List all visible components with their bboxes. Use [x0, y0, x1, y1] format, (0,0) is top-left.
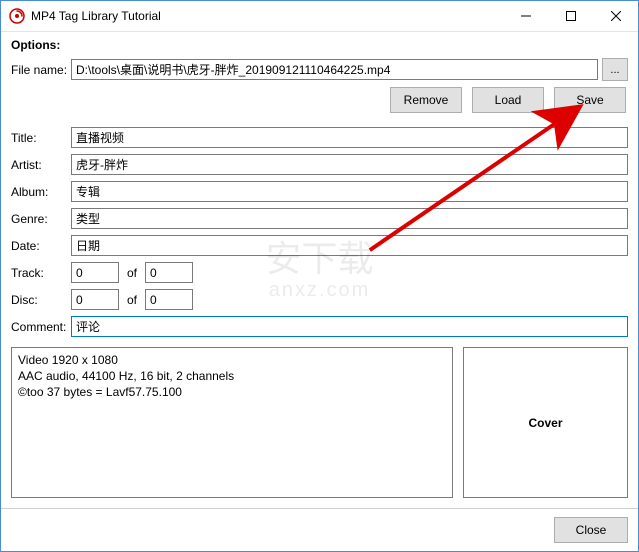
app-window: MP4 Tag Library Tutorial Options: File n… [0, 0, 639, 552]
window-controls [503, 1, 638, 31]
comment-label: Comment: [11, 320, 71, 334]
disc-row: Disc: of [11, 289, 628, 310]
title-row: Title: [11, 127, 628, 148]
date-input[interactable] [71, 235, 628, 256]
close-dialog-button[interactable]: Close [554, 517, 628, 543]
album-label: Album: [11, 185, 71, 199]
comment-input[interactable] [71, 316, 628, 337]
date-label: Date: [11, 239, 71, 253]
title-label: Title: [11, 131, 71, 145]
artist-row: Artist: [11, 154, 628, 175]
file-name-label: File name: [11, 63, 71, 77]
window-title: MP4 Tag Library Tutorial [31, 9, 161, 23]
album-row: Album: [11, 181, 628, 202]
track-of-label: of [127, 266, 137, 280]
disc-total-input[interactable] [145, 289, 193, 310]
content-area: Options: File name: ... Remove Load Save… [1, 32, 638, 508]
artist-input[interactable] [71, 154, 628, 175]
disc-label: Disc: [11, 293, 71, 307]
title-input[interactable] [71, 127, 628, 148]
genre-label: Genre: [11, 212, 71, 226]
album-input[interactable] [71, 181, 628, 202]
options-heading: Options: [11, 38, 628, 52]
track-number-input[interactable] [71, 262, 119, 283]
bottom-panels: Video 1920 x 1080 AAC audio, 44100 Hz, 1… [11, 347, 628, 498]
minimize-button[interactable] [503, 1, 548, 31]
browse-button[interactable]: ... [602, 58, 628, 81]
file-name-row: File name: ... [11, 58, 628, 81]
app-icon [9, 8, 25, 24]
comment-row: Comment: [11, 316, 628, 337]
load-button[interactable]: Load [472, 87, 544, 113]
titlebar: MP4 Tag Library Tutorial [1, 1, 638, 32]
save-button[interactable]: Save [554, 87, 626, 113]
disc-of-label: of [127, 293, 137, 307]
footer: Close [1, 508, 638, 551]
genre-row: Genre: [11, 208, 628, 229]
track-total-input[interactable] [145, 262, 193, 283]
close-button[interactable] [593, 1, 638, 31]
file-name-input[interactable] [71, 59, 598, 80]
maximize-button[interactable] [548, 1, 593, 31]
action-buttons-row: Remove Load Save [11, 87, 628, 113]
media-info-panel: Video 1920 x 1080 AAC audio, 44100 Hz, 1… [11, 347, 453, 498]
date-row: Date: [11, 235, 628, 256]
track-label: Track: [11, 266, 71, 280]
artist-label: Artist: [11, 158, 71, 172]
remove-button[interactable]: Remove [390, 87, 462, 113]
genre-input[interactable] [71, 208, 628, 229]
cover-panel[interactable]: Cover [463, 347, 628, 498]
track-row: Track: of [11, 262, 628, 283]
disc-number-input[interactable] [71, 289, 119, 310]
